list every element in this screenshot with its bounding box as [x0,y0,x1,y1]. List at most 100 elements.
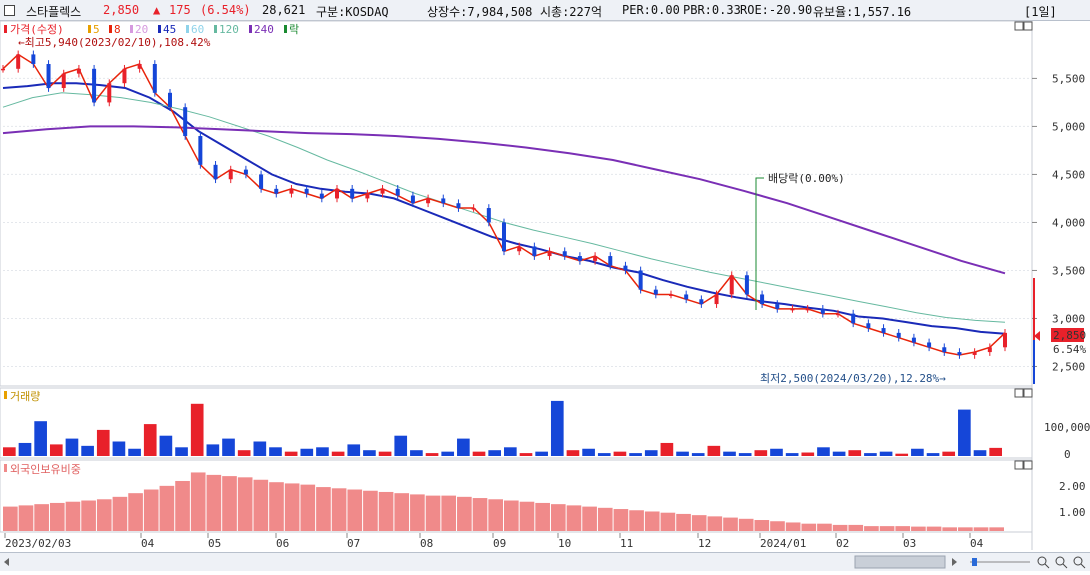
foreign-bar [707,516,723,531]
candle-body [836,313,840,316]
candle-body [760,294,765,305]
zoom-reset-icon[interactable] [1073,556,1086,569]
volume-bar [143,424,157,456]
candle-body [46,64,51,89]
candle-body [426,198,431,204]
candle-body [198,136,203,165]
foreign-bar [989,527,1004,531]
foreign-bar [128,493,143,531]
foreign-bar [848,524,864,531]
foreign-bar [300,484,316,531]
volume-bar [958,409,971,456]
legend-ma-120[interactable]: 120 [219,23,239,36]
candle-body [243,169,248,175]
volume-bar [942,451,956,456]
scroll-right-icon[interactable] [952,558,957,566]
volume-bar [879,451,893,456]
price-tick-label: 4,500 [1052,168,1085,181]
candle-body [653,289,658,295]
foreign-bar [159,485,175,531]
foreign-bar [504,500,519,531]
date-tick-label: 12 [698,537,711,550]
last-pct-label: 6.54% [1053,343,1086,356]
volume-bar [660,442,674,456]
candle-body [957,352,962,355]
volume-bar [770,448,783,456]
foreign-bar [942,527,958,531]
scroll-thumb[interactable] [854,555,946,569]
foreign-bar [911,526,926,531]
volume-panel-title[interactable]: 거래량 [10,390,40,403]
legend-ma-5-icon [88,25,91,33]
legend-ma-60[interactable]: 60 [191,23,204,36]
legend-ma-45[interactable]: 45 [163,23,176,36]
foreign-bar [96,499,112,531]
candle-body [395,188,400,196]
volume-panel-menu-icon[interactable] [1014,388,1024,398]
volume-bar [738,453,752,456]
legend-ma-20[interactable]: 20 [135,23,148,36]
volume-bar [49,444,63,456]
foreign-bar [785,522,801,531]
candle-body [851,313,856,324]
volume-bar [284,451,298,456]
foreign-bar [253,479,269,531]
zoom-slider-handle[interactable] [972,558,977,566]
scroll-left-icon[interactable] [4,558,9,566]
foreign-bar [331,488,347,531]
foreign-tick-1: 2.00 [1059,480,1086,493]
candle-body [805,308,810,311]
date-tick-label: 08 [420,537,433,550]
price-tick-label: 4,000 [1052,216,1085,229]
volume-bar [519,453,533,456]
foreign-bar [879,526,895,531]
candle-body [471,208,476,210]
price-tick-label: 3,500 [1052,264,1085,277]
legend-ma-5[interactable]: 5 [93,23,100,36]
candle-body [517,246,522,252]
legend-ma-240[interactable]: 240 [254,23,274,36]
volume-bar [65,438,79,456]
volume-bar [363,450,376,456]
date-tick-label: 2023/02/03 [5,537,71,550]
zoom-out-icon[interactable] [1037,556,1050,569]
candle-body [638,270,643,290]
volume-bar [801,452,815,456]
candle-body [228,169,233,180]
volume-bar [895,453,909,456]
foreign-bar [363,490,378,531]
foreign-bar [926,526,942,531]
volume-panel-close-icon[interactable] [1023,388,1033,398]
volume-bar [410,450,423,456]
foreign-panel-close-icon[interactable] [1023,460,1033,470]
foreign-bar [425,495,441,531]
legend-ma-20-icon [130,25,133,33]
legend-ma-8[interactable]: 8 [114,23,121,36]
volume-bar [785,453,799,456]
candle-body [335,188,339,199]
price-tick-label: 5,500 [1052,72,1085,85]
foreign-bar [723,517,738,531]
foreign-bar [284,483,300,531]
candle-body [790,308,795,311]
legend-price-label[interactable]: 가격(수정) [10,23,64,36]
foreign-bar [457,496,472,531]
volume-bar [269,447,282,456]
legend-ma-45-icon [158,25,161,33]
volume-bar [582,448,595,456]
volume-bar [96,429,110,456]
legend-ex-label[interactable]: 락 [289,23,299,36]
candle-body [593,256,598,261]
foreign-panel-title[interactable]: 외국인보유비중 [10,463,81,476]
legend-ma-8-icon [109,25,112,33]
date-axis-ticks: 2023/02/03 04 05 06 07 08 09 10 11 12 2024/01 02 03 0… [4,533,984,550]
foreign-bar [629,510,644,531]
price-panel-close-icon[interactable] [1023,21,1033,31]
candle-body [1003,332,1007,348]
candle-body [775,304,780,309]
price-panel-menu-icon[interactable] [1014,21,1024,31]
volume-bar [848,450,862,456]
volume-bar [613,451,627,456]
foreign-panel-menu-icon[interactable] [1014,460,1024,470]
zoom-in-icon[interactable] [1055,556,1068,569]
